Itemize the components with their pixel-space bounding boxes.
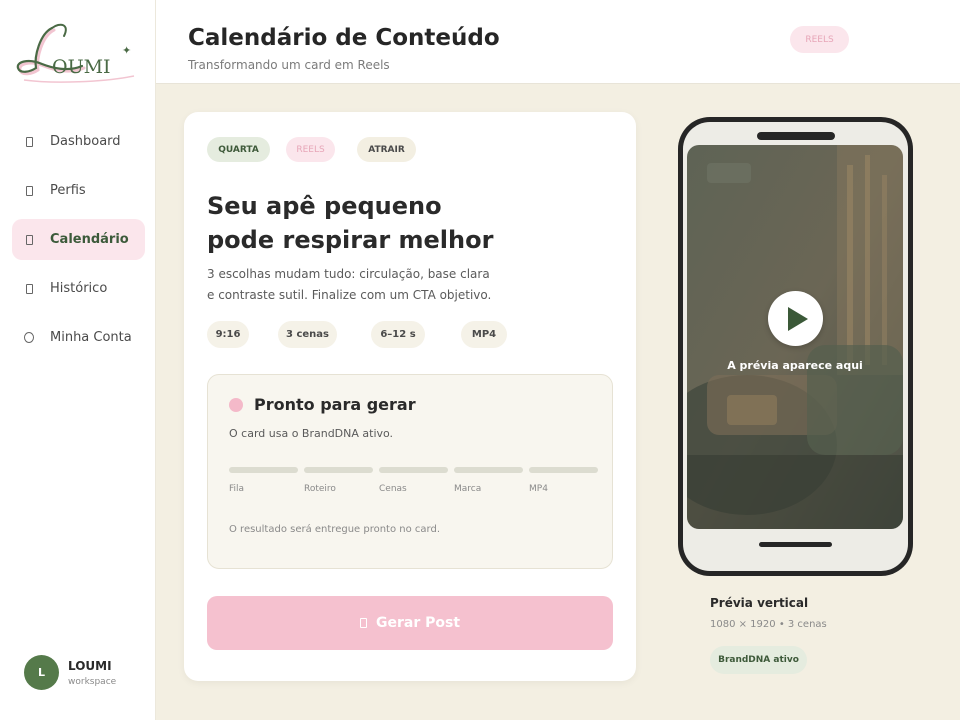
scene-count-chip: 3 cenas (278, 321, 337, 348)
loumi-logo[interactable]: OUMI ✦ (14, 18, 140, 88)
phone-speaker (757, 132, 835, 140)
sidebar-item-calendario[interactable]: Calendário (12, 219, 145, 260)
progress-step-label: MP4 (529, 484, 548, 494)
preview-placeholder: A prévia aparece aqui (727, 359, 863, 372)
branddna-badge: BrandDNA ativo (710, 646, 807, 674)
status-title: Pronto para gerar (254, 395, 416, 414)
page-icon (24, 283, 34, 295)
user-profile[interactable]: L LOUMI workspace (24, 655, 116, 690)
sidebar-item-dashboard[interactable]: Dashboard (12, 121, 145, 162)
result-note: O resultado será entregue pronto no card… (229, 524, 441, 535)
phone-home-bar (759, 542, 832, 547)
play-icon (788, 306, 808, 331)
status-panel: Pronto para gerar O card usa o BrandDNA … (207, 374, 613, 569)
post-description: 3 escolhas mudam tudo: circulação, base … (207, 264, 507, 306)
preview-title: Prévia vertical (710, 596, 809, 610)
progress-step-bar (529, 467, 598, 473)
progress-step-bar (379, 467, 448, 473)
progress-step-bar (229, 467, 298, 473)
progress-step: Roteiro (304, 467, 373, 494)
format-badge: REELS (790, 26, 849, 53)
sidebar-item-label: Perfis (50, 183, 86, 198)
sidebar-item-minha-conta[interactable]: Minha Conta (12, 317, 145, 358)
progress-step-label: Marca (454, 484, 482, 494)
generate-post-label: Gerar Post (375, 615, 461, 631)
play-button[interactable] (768, 291, 823, 346)
user-workspace: workspace (68, 676, 117, 687)
headline-line: Seu apê pequeno (207, 192, 442, 220)
progress-step: MP4 (529, 467, 598, 494)
format-tag: REELS (286, 137, 335, 162)
sidebar-item-label: Histórico (50, 281, 108, 296)
day-tag: QUARTA (207, 137, 270, 162)
page-icon (24, 136, 34, 148)
page-subtitle: Transformando um card em Reels (188, 58, 390, 72)
sidebar-item-label: Calendário (50, 232, 129, 247)
progress-step-label: Cenas (379, 484, 407, 494)
description-line: 3 escolhas mudam tudo: circulação, base … (207, 267, 490, 281)
progress-step-bar (304, 467, 373, 473)
description-line: e contraste sutil. Finalize com um CTA o… (207, 288, 492, 302)
sidebar-item-historico[interactable]: Histórico (12, 268, 145, 309)
sidebar-nav: Dashboard Perfis Calendário Histórico Mi… (12, 121, 145, 366)
page-icon (24, 234, 34, 246)
sidebar-item-perfis[interactable]: Perfis (12, 170, 145, 211)
progress-step-bar (454, 467, 523, 473)
progress-step: Cenas (379, 467, 448, 494)
page-icon (24, 185, 34, 197)
user-name: LOUMI (68, 658, 112, 673)
duration-chip: 6–12 s (371, 321, 425, 348)
progress-step: Fila (229, 467, 298, 494)
circle-icon (24, 332, 34, 344)
aspect-ratio-chip: 9:16 (207, 321, 249, 348)
progress-steps: Fila Roteiro Cenas Marca MP4 (229, 467, 599, 497)
sparkle-icon (359, 618, 367, 628)
header: Calendário de Conteúdo Transformando um … (156, 0, 960, 84)
content-card: QUARTA REELS ATRAIR Seu apê pequeno pode… (184, 112, 636, 681)
progress-step-label: Roteiro (304, 484, 336, 494)
progress-step: Marca (454, 467, 523, 494)
file-format-chip: MP4 (461, 321, 507, 348)
preview-meta: 1080 × 1920 • 3 cenas (710, 619, 827, 630)
post-headline: Seu apê pequeno pode respirar melhor (207, 189, 547, 257)
goal-tag: ATRAIR (357, 137, 416, 162)
sidebar: OUMI ✦ Dashboard Perfis Calendário Histó… (0, 0, 156, 720)
sidebar-item-label: Minha Conta (50, 330, 132, 345)
avatar: L (24, 655, 59, 690)
headline-line: pode respirar melhor (207, 226, 494, 254)
svg-text:OUMI: OUMI (52, 56, 111, 78)
status-description: O card usa o BrandDNA ativo. (229, 427, 394, 440)
sidebar-item-label: Dashboard (50, 134, 121, 149)
svg-text:✦: ✦ (122, 44, 131, 57)
status-dot-icon (229, 398, 243, 412)
progress-step-label: Fila (229, 484, 245, 494)
page-title: Calendário de Conteúdo (188, 25, 500, 51)
generate-post-button[interactable]: Gerar Post (207, 596, 613, 650)
